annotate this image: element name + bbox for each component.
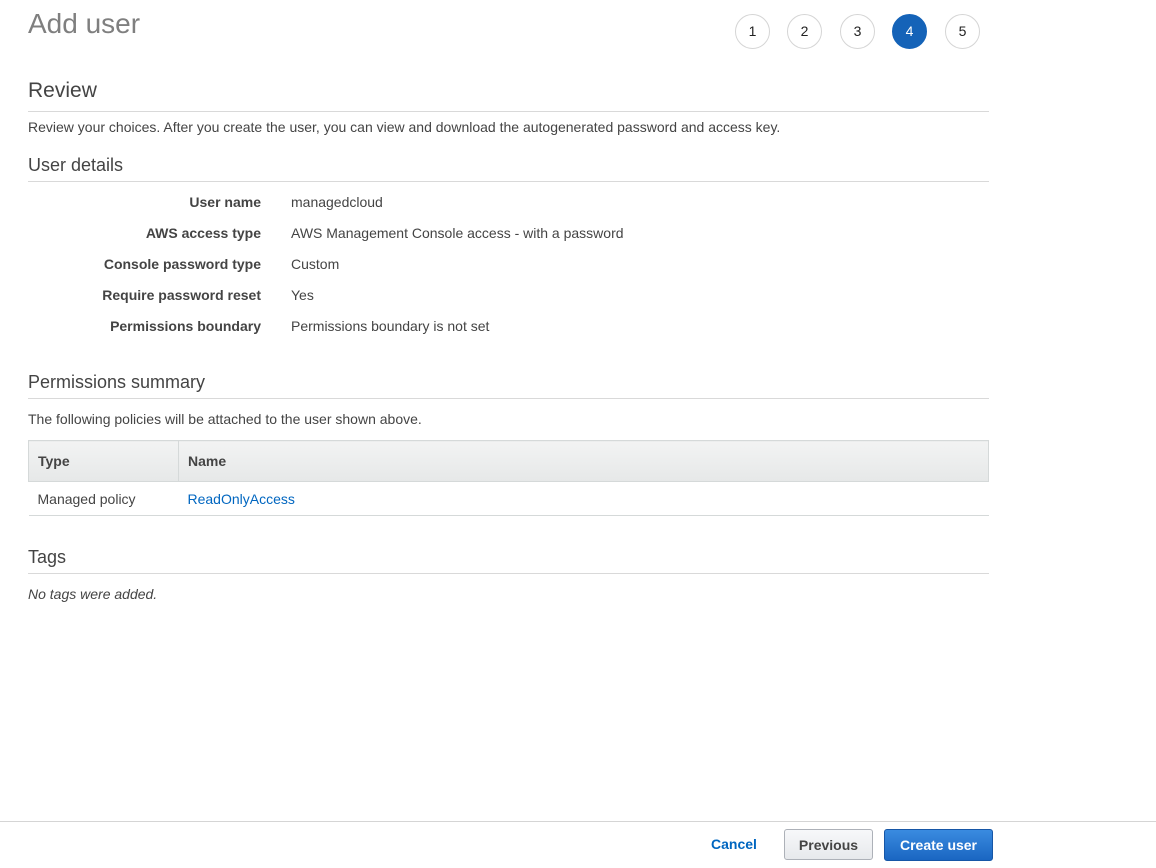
user-details-heading: User details bbox=[28, 155, 989, 182]
step-5[interactable]: 5 bbox=[945, 14, 980, 49]
detail-label: Console password type bbox=[103, 256, 261, 272]
cancel-button[interactable]: Cancel bbox=[711, 836, 757, 852]
step-2[interactable]: 2 bbox=[787, 14, 822, 49]
policy-link[interactable]: ReadOnlyAccess bbox=[188, 491, 295, 507]
detail-row-permissions-boundary: Permissions boundary Permissions boundar… bbox=[28, 318, 989, 338]
review-description: Review your choices. After you create th… bbox=[28, 119, 781, 135]
detail-value: managedcloud bbox=[291, 194, 383, 210]
detail-row-access-type: AWS access type AWS Management Console a… bbox=[28, 225, 989, 245]
create-user-button[interactable]: Create user bbox=[884, 829, 993, 861]
column-header-type: Type bbox=[28, 440, 179, 482]
permissions-summary-heading: Permissions summary bbox=[28, 372, 989, 399]
tags-empty-text: No tags were added. bbox=[28, 586, 158, 602]
detail-row-password-reset: Require password reset Yes bbox=[28, 287, 989, 307]
detail-label: Permissions boundary bbox=[110, 318, 261, 334]
detail-value: Custom bbox=[291, 256, 340, 272]
detail-row-password-type: Console password type Custom bbox=[28, 256, 989, 276]
detail-value: Yes bbox=[291, 287, 314, 303]
page-title: Add user bbox=[28, 8, 141, 39]
permissions-summary-description: The following policies will be attached … bbox=[28, 411, 422, 427]
step-4-active[interactable]: 4 bbox=[892, 14, 927, 49]
wizard-footer: Cancel Previous Create user bbox=[0, 821, 1156, 868]
table-row: Managed policy ReadOnlyAccess bbox=[28, 481, 989, 516]
column-header-name: Name bbox=[178, 440, 989, 482]
detail-label: Require password reset bbox=[102, 287, 261, 303]
previous-button[interactable]: Previous bbox=[784, 829, 873, 860]
detail-value: AWS Management Console access - with a p… bbox=[291, 225, 624, 241]
detail-label: AWS access type bbox=[145, 225, 261, 241]
table-header-row: Type Name bbox=[28, 440, 989, 482]
policy-table: Type Name Managed policy ReadOnlyAccess bbox=[28, 440, 989, 516]
detail-row-user-name: User name managedcloud bbox=[28, 194, 989, 214]
tags-heading: Tags bbox=[28, 547, 989, 574]
detail-label: User name bbox=[189, 194, 261, 210]
step-3[interactable]: 3 bbox=[840, 14, 875, 49]
step-1[interactable]: 1 bbox=[735, 14, 770, 49]
policy-type-cell: Managed policy bbox=[28, 481, 179, 516]
detail-value: Permissions boundary is not set bbox=[291, 318, 490, 334]
policy-name-cell: ReadOnlyAccess bbox=[178, 481, 989, 516]
review-heading: Review bbox=[28, 79, 989, 112]
